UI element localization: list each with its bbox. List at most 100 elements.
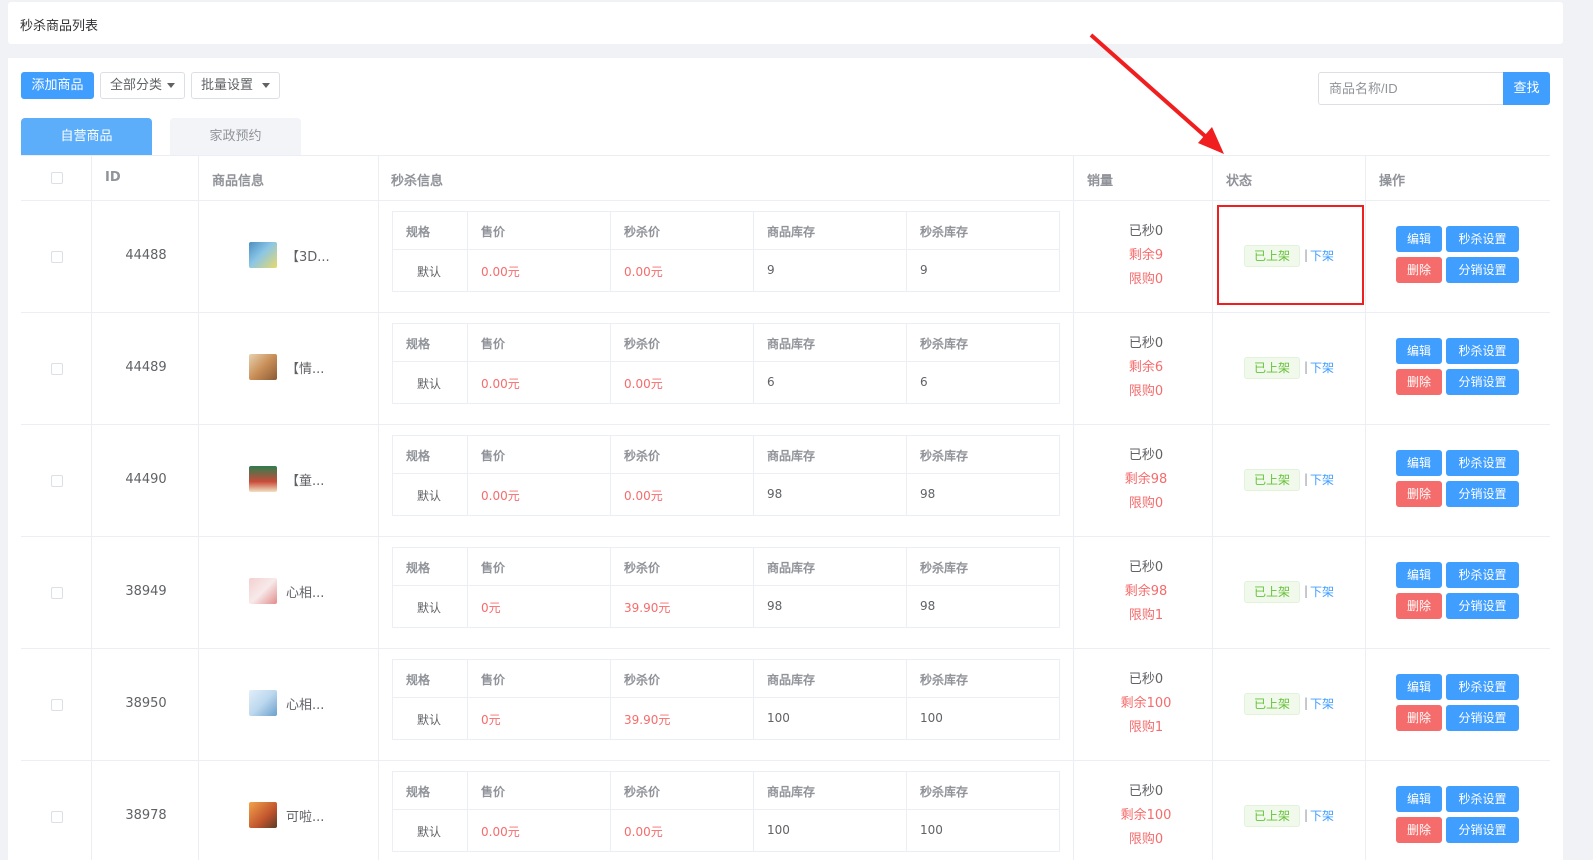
inner-header-seckill-price: 秒杀价: [624, 561, 661, 575]
tab-self-operated[interactable]: 自营商品: [21, 118, 152, 155]
sold-count: 已秒0: [1128, 224, 1164, 239]
seckill-settings-button[interactable]: 秒杀设置: [1446, 338, 1519, 364]
add-product-button[interactable]: 添加商品: [21, 72, 94, 99]
delete-button[interactable]: 删除: [1396, 705, 1442, 731]
inner-header-seckill-stock: 秒杀库存: [920, 785, 969, 799]
sold-count: 已秒0: [1128, 560, 1164, 575]
status-badge: 已上架: [1244, 693, 1300, 715]
edit-button[interactable]: 编辑: [1396, 338, 1442, 364]
column-divider: [1212, 155, 1213, 860]
delete-button[interactable]: 删除: [1396, 369, 1442, 395]
distribution-settings-button[interactable]: 分销设置: [1446, 369, 1519, 395]
edit-button[interactable]: 编辑: [1396, 450, 1442, 476]
price-value: 0.00元: [481, 265, 520, 279]
delete-button[interactable]: 删除: [1396, 593, 1442, 619]
product-id: 38949: [125, 584, 167, 599]
seckill-settings-button[interactable]: 秒杀设置: [1446, 226, 1519, 252]
delete-button[interactable]: 删除: [1396, 481, 1442, 507]
search-input[interactable]: [1318, 72, 1504, 105]
table-row: 38950 心相... 规格 售价 秒杀价 商品库存 秒杀库存 默认 0元 39.90元 100 10…: [21, 649, 1550, 761]
inner-header-spec: 规格: [406, 225, 431, 239]
delete-button[interactable]: 删除: [1396, 257, 1442, 283]
seckill-settings-button[interactable]: 秒杀设置: [1446, 674, 1519, 700]
inner-header-seckill-stock: 秒杀库存: [920, 449, 969, 463]
inner-divider: [467, 660, 468, 739]
edit-button[interactable]: 编辑: [1396, 226, 1442, 252]
delete-button[interactable]: 删除: [1396, 817, 1442, 843]
inner-divider: [610, 660, 611, 739]
seckill-info-table: 规格 售价 秒杀价 商品库存 秒杀库存 默认 0.00元 0.00元 98 98: [392, 435, 1060, 516]
search-button[interactable]: 查找: [1503, 72, 1550, 105]
inner-divider: [467, 436, 468, 515]
edit-button[interactable]: 编辑: [1396, 786, 1442, 812]
stock-value: 9: [767, 263, 775, 277]
seckill-stock-value: 98: [920, 599, 936, 613]
row-checkbox[interactable]: [51, 811, 63, 823]
sold-count: 已秒0: [1128, 672, 1164, 687]
spec-value: 默认: [417, 489, 442, 503]
row-checkbox[interactable]: [51, 251, 63, 263]
column-header-sales: 销量: [1087, 174, 1114, 189]
inner-header-spec: 规格: [406, 449, 431, 463]
row-checkbox[interactable]: [51, 587, 63, 599]
seckill-price-value: 0.00元: [624, 377, 663, 391]
main-panel: 添加商品 全部分类 批量设置 查找 自营商品 家政预约 ID 商品信息 秒杀信息…: [8, 58, 1563, 860]
distribution-settings-button[interactable]: 分销设置: [1446, 817, 1519, 843]
seckill-stock-value: 98: [920, 487, 936, 501]
table-row: 38949 心相... 规格 售价 秒杀价 商品库存 秒杀库存 默认 0元 39.90元 98 98 已…: [21, 537, 1550, 649]
category-dropdown[interactable]: 全部分类: [100, 72, 185, 99]
sold-count: 已秒0: [1128, 448, 1164, 463]
status-separator: |: [1304, 472, 1309, 486]
distribution-settings-button[interactable]: 分销设置: [1446, 705, 1519, 731]
product-name[interactable]: 可啦...: [286, 806, 324, 825]
take-offline-link[interactable]: 下架: [1310, 359, 1334, 376]
batch-settings-dropdown[interactable]: 批量设置: [191, 72, 280, 99]
spec-value: 默认: [417, 377, 442, 391]
status-separator: |: [1304, 808, 1309, 822]
seckill-settings-button[interactable]: 秒杀设置: [1446, 786, 1519, 812]
remaining-count: 剩余9: [1128, 248, 1164, 263]
take-offline-link[interactable]: 下架: [1310, 583, 1334, 600]
take-offline-link[interactable]: 下架: [1310, 695, 1334, 712]
take-offline-link[interactable]: 下架: [1310, 471, 1334, 488]
inner-divider: [753, 660, 754, 739]
product-thumbnail: [249, 578, 277, 604]
inner-header-price: 售价: [481, 673, 506, 687]
sales-info: 已秒0 剩余100 限购1: [1101, 668, 1191, 740]
seckill-stock-value: 6: [920, 375, 928, 389]
row-checkbox[interactable]: [51, 475, 63, 487]
row-checkbox[interactable]: [51, 699, 63, 711]
column-header-seckill: 秒杀信息: [391, 174, 444, 189]
distribution-settings-button[interactable]: 分销设置: [1446, 257, 1519, 283]
purchase-limit: 限购1: [1128, 720, 1164, 735]
product-name[interactable]: 心相...: [286, 582, 324, 601]
inner-divider: [610, 436, 611, 515]
category-dropdown-label: 全部分类: [109, 78, 162, 93]
sold-count: 已秒0: [1128, 336, 1164, 351]
take-offline-link[interactable]: 下架: [1310, 807, 1334, 824]
inner-header-seckill-price: 秒杀价: [624, 225, 661, 239]
batch-settings-label: 批量设置: [200, 78, 253, 93]
inner-divider: [906, 548, 907, 627]
product-name[interactable]: 【童...: [286, 470, 324, 489]
distribution-settings-button[interactable]: 分销设置: [1446, 593, 1519, 619]
product-name[interactable]: 心相...: [286, 694, 324, 713]
distribution-settings-button[interactable]: 分销设置: [1446, 481, 1519, 507]
inner-header-seckill-stock: 秒杀库存: [920, 225, 969, 239]
inner-header-seckill-price: 秒杀价: [624, 785, 661, 799]
seckill-info-table: 规格 售价 秒杀价 商品库存 秒杀库存 默认 0.00元 0.00元 100 100: [392, 771, 1060, 852]
product-name[interactable]: 【情...: [286, 358, 324, 377]
seckill-settings-button[interactable]: 秒杀设置: [1446, 450, 1519, 476]
caret-down-icon: [167, 83, 175, 88]
status-separator: |: [1304, 584, 1309, 598]
product-name[interactable]: 【3D...: [286, 246, 330, 265]
select-all-checkbox[interactable]: [51, 172, 63, 184]
edit-button[interactable]: 编辑: [1396, 562, 1442, 588]
seckill-info-table: 规格 售价 秒杀价 商品库存 秒杀库存 默认 0元 39.90元 98 98: [392, 547, 1060, 628]
seckill-settings-button[interactable]: 秒杀设置: [1446, 562, 1519, 588]
tab-housekeeping[interactable]: 家政预约: [170, 118, 301, 155]
row-checkbox[interactable]: [51, 363, 63, 375]
column-divider: [91, 155, 92, 860]
purchase-limit: 限购0: [1128, 272, 1164, 287]
edit-button[interactable]: 编辑: [1396, 674, 1442, 700]
